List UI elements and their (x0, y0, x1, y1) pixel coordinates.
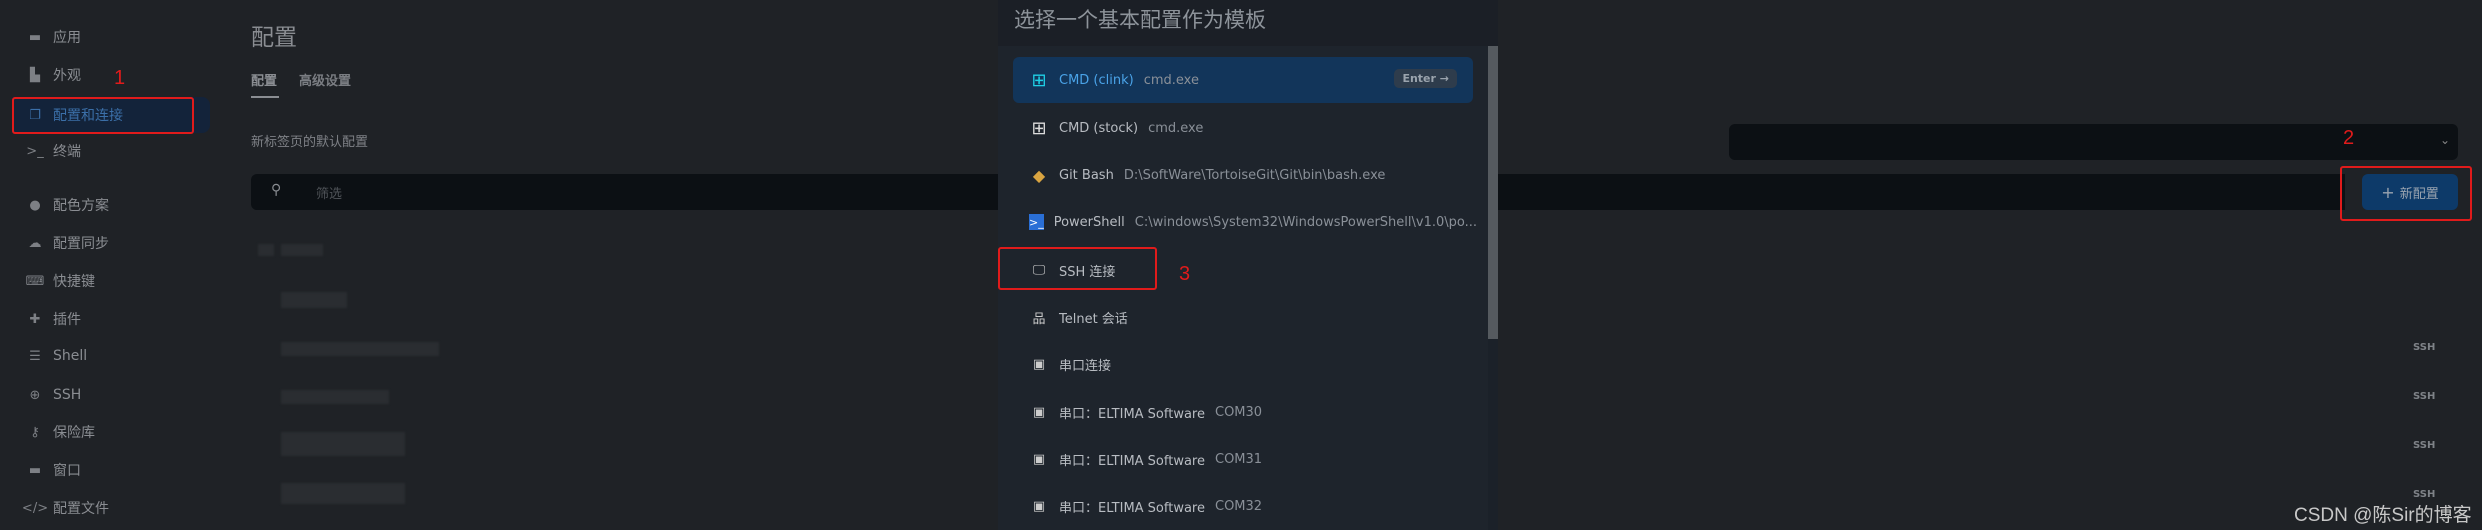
window-icon: ▬ (28, 462, 42, 478)
page-title: 配置 (251, 25, 297, 51)
keyboard-icon: ⌨ (25, 273, 45, 289)
template-item[interactable]: 品 Telnet 会话 (1013, 294, 1473, 340)
sidebar-item-sync[interactable]: ☁ 配置同步 (12, 225, 210, 261)
puzzle-icon: ✚ (29, 311, 41, 327)
template-item[interactable]: ◆ Git Bash D:\SoftWare\TortoiseGit\Git\bin… (1013, 152, 1473, 198)
blurred-content (281, 390, 389, 404)
template-item[interactable]: >_ PowerShell C:\windows\System32\WindowsP… (1013, 199, 1477, 245)
sidebar-item-plugins[interactable]: ✚ 插件 (12, 301, 210, 337)
powershell-icon: >_ (1029, 214, 1044, 230)
sidebar-item-hotkeys[interactable]: ⌨ 快捷键 (12, 263, 210, 299)
search-icon: ⚲ (271, 182, 282, 198)
active-tab-underline (251, 96, 279, 98)
template-item[interactable]: ▣ 串口连接 (1013, 341, 1473, 387)
annotation-number-1: 1 (114, 67, 126, 89)
tab-profiles[interactable]: 配置 (251, 70, 277, 89)
cloud-icon: ☁ (28, 235, 42, 251)
blurred-content (281, 432, 405, 456)
enter-hint: Enter → (1394, 69, 1457, 88)
annotation-box-2 (2340, 166, 2472, 221)
blurred-content (281, 292, 347, 308)
type-badge: SSH (2413, 342, 2436, 353)
default-profile-label: 新标签页的默认配置 (251, 135, 369, 150)
globe-icon: ⊕ (29, 387, 41, 403)
git-icon: ◆ (1032, 165, 1046, 185)
blurred-content (258, 244, 274, 256)
sidebar-item-color-scheme[interactable]: ● 配色方案 (12, 187, 210, 223)
sidebar-item-ssh[interactable]: ⊕ SSH (12, 377, 210, 413)
network-icon: 品 (1032, 311, 1046, 327)
paint-icon: ▙ (30, 67, 40, 83)
annotation-box-3 (998, 247, 1157, 290)
sidebar-item-vault[interactable]: ⚷ 保险库 (12, 414, 210, 450)
template-item[interactable]: ⊞ CMD (stock) cmd.exe (1013, 105, 1473, 151)
template-item[interactable]: ⊞ CMD (clink) cmd.exe Enter → (1013, 57, 1473, 103)
terminal-icon: >_ (26, 143, 44, 159)
annotation-number-3: 3 (1179, 263, 1191, 285)
chip-icon: ▣ (1032, 404, 1046, 420)
template-item[interactable]: ▣ 串口：ELTIMA Software COM31 (1013, 436, 1473, 482)
sidebar-item-shell[interactable]: ☰ Shell (12, 338, 210, 374)
sidebar-item-window[interactable]: ▬ 窗口 (12, 452, 210, 488)
blurred-content (281, 342, 439, 356)
filter-placeholder: 筛选 (316, 187, 343, 202)
list-icon: ☰ (29, 348, 41, 364)
template-item[interactable]: ▣ 串口：ELTIMA Software COM30 (1013, 389, 1473, 435)
tab-advanced[interactable]: 高级设置 (299, 70, 351, 89)
palette-icon: ● (29, 197, 41, 213)
sidebar-item-config-file[interactable]: </> 配置文件 (12, 490, 210, 526)
chip-icon: ▣ (1032, 498, 1046, 514)
sidebar-item-app[interactable]: ▬ 应用 (12, 19, 210, 55)
code-icon: </> (21, 500, 49, 516)
blurred-content (281, 483, 405, 504)
app-window-icon: ▬ (28, 29, 42, 45)
picker-title: 选择一个基本配置作为模板 (998, 0, 1498, 46)
chevron-down-icon: ⌄ (2439, 133, 2450, 147)
scrollbar-thumb[interactable] (1488, 46, 1498, 339)
type-badge: SSH (2413, 489, 2436, 500)
type-badge: SSH (2413, 391, 2436, 402)
sidebar-item-appearance[interactable]: ▙ 外观 (12, 57, 210, 93)
windows-icon: ⊞ (1031, 69, 1047, 91)
template-item[interactable]: ▣ 串口：ELTIMA Software COM32 (1013, 483, 1473, 529)
scrollbar[interactable] (1488, 46, 1498, 530)
annotation-box-1 (12, 97, 194, 134)
annotation-number-2: 2 (2343, 127, 2355, 149)
key-icon: ⚷ (30, 424, 40, 440)
chip-icon: ▣ (1032, 451, 1046, 467)
chip-icon: ▣ (1032, 356, 1046, 372)
windows-icon: ⊞ (1031, 117, 1047, 139)
blurred-content (281, 244, 323, 256)
watermark: CSDN @陈Sir的博客 (2294, 505, 2472, 526)
type-badge: SSH (2413, 440, 2436, 451)
sidebar-item-terminal[interactable]: >_ 终端 (12, 133, 210, 169)
